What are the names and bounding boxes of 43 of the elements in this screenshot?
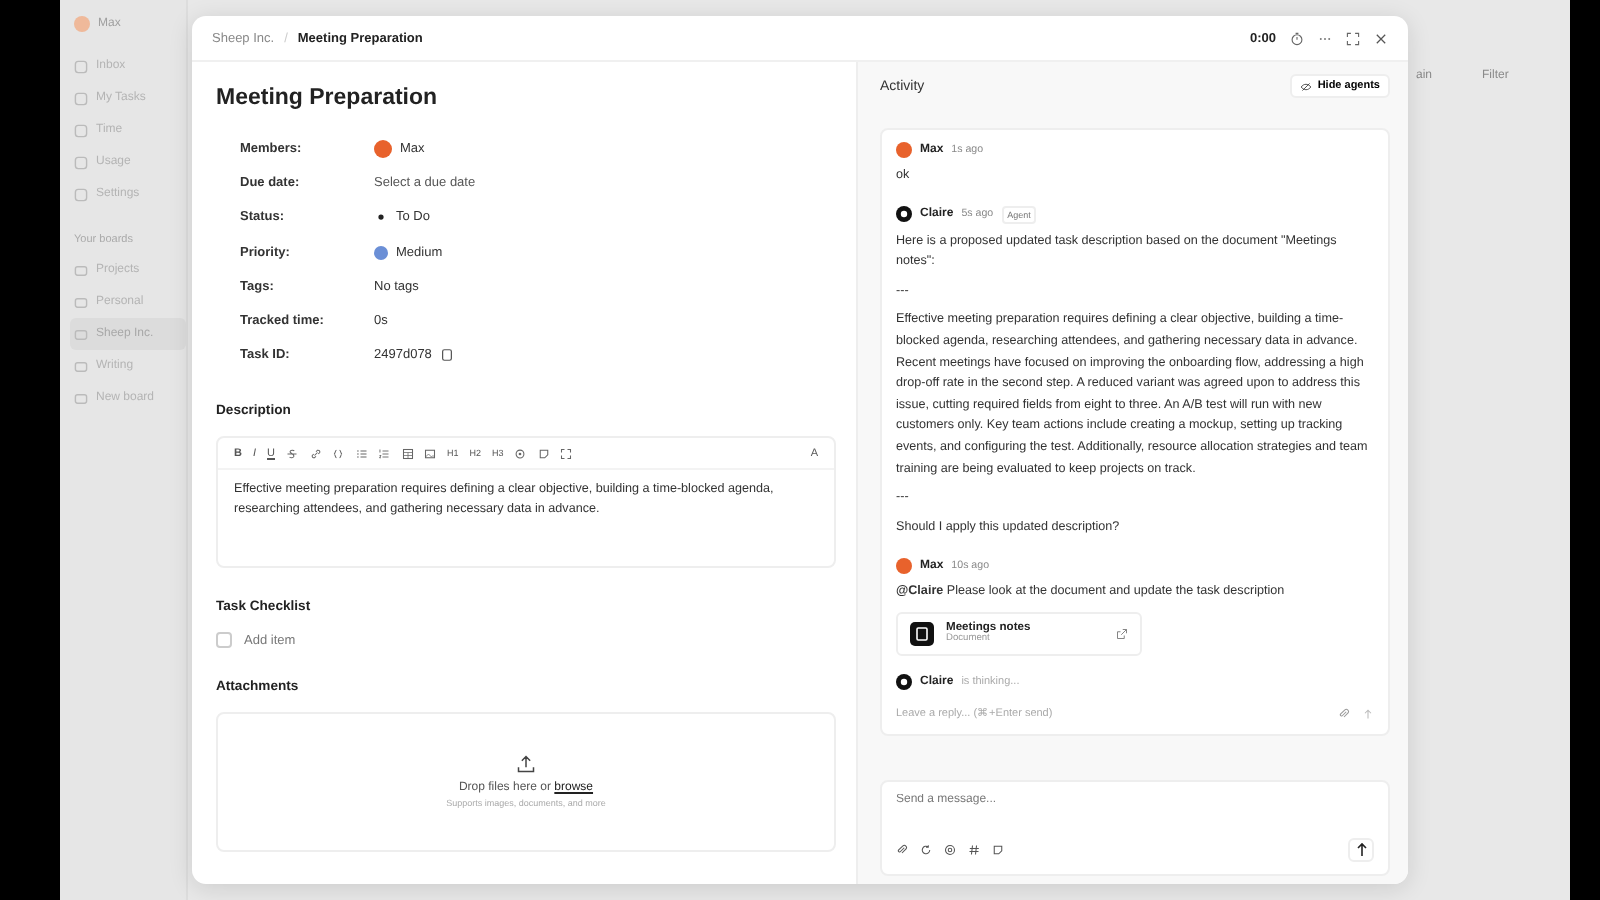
- task-title: Meeting Preparation: [216, 86, 440, 110]
- copy-icon[interactable]: [439, 348, 454, 363]
- refresh-icon[interactable]: [920, 843, 932, 856]
- send-button[interactable]: [1348, 837, 1374, 862]
- paperclip-icon[interactable]: [1338, 707, 1350, 720]
- folder-icon: [74, 295, 88, 309]
- eye-off-icon: [1299, 81, 1312, 91]
- square-icon: [74, 59, 88, 73]
- stopwatch-icon[interactable]: [1290, 31, 1304, 45]
- square-icon: [74, 123, 88, 137]
- at-sign-icon[interactable]: [944, 843, 956, 856]
- note-icon[interactable]: [992, 843, 1004, 856]
- square-icon: [74, 91, 88, 105]
- checkbox[interactable]: [216, 632, 232, 649]
- paperclip-icon[interactable]: [896, 843, 908, 856]
- agent-avatar: [896, 206, 912, 223]
- note-icon[interactable]: [537, 447, 550, 460]
- folder-icon: [74, 263, 88, 277]
- user-avatar: [896, 141, 912, 157]
- table-icon[interactable]: [401, 447, 413, 460]
- folder-icon: [74, 359, 88, 373]
- folder-icon: [74, 327, 88, 341]
- square-icon: [74, 155, 88, 169]
- document-icon: [910, 621, 934, 646]
- close-icon[interactable]: [1374, 31, 1388, 45]
- link-icon[interactable]: [309, 447, 321, 460]
- open-icon[interactable]: [1116, 627, 1128, 640]
- member-avatar: [374, 140, 392, 159]
- image-icon[interactable]: [424, 447, 436, 460]
- arrow-up-icon: [1353, 841, 1369, 858]
- fullscreen-icon[interactable]: [560, 447, 573, 460]
- expand-icon[interactable]: [1346, 31, 1360, 45]
- user-avatar: [74, 16, 90, 32]
- status-dot-icon: [374, 210, 388, 225]
- folder-icon: [74, 391, 88, 405]
- agent-avatar: [896, 674, 912, 691]
- upload-icon: [516, 754, 536, 775]
- user-avatar: [896, 557, 912, 574]
- numbered-list-icon[interactable]: [378, 447, 390, 460]
- hashtag-icon[interactable]: [968, 843, 980, 856]
- strikethrough-icon[interactable]: [286, 447, 298, 460]
- code-icon[interactable]: [332, 447, 344, 460]
- square-icon: [74, 187, 88, 201]
